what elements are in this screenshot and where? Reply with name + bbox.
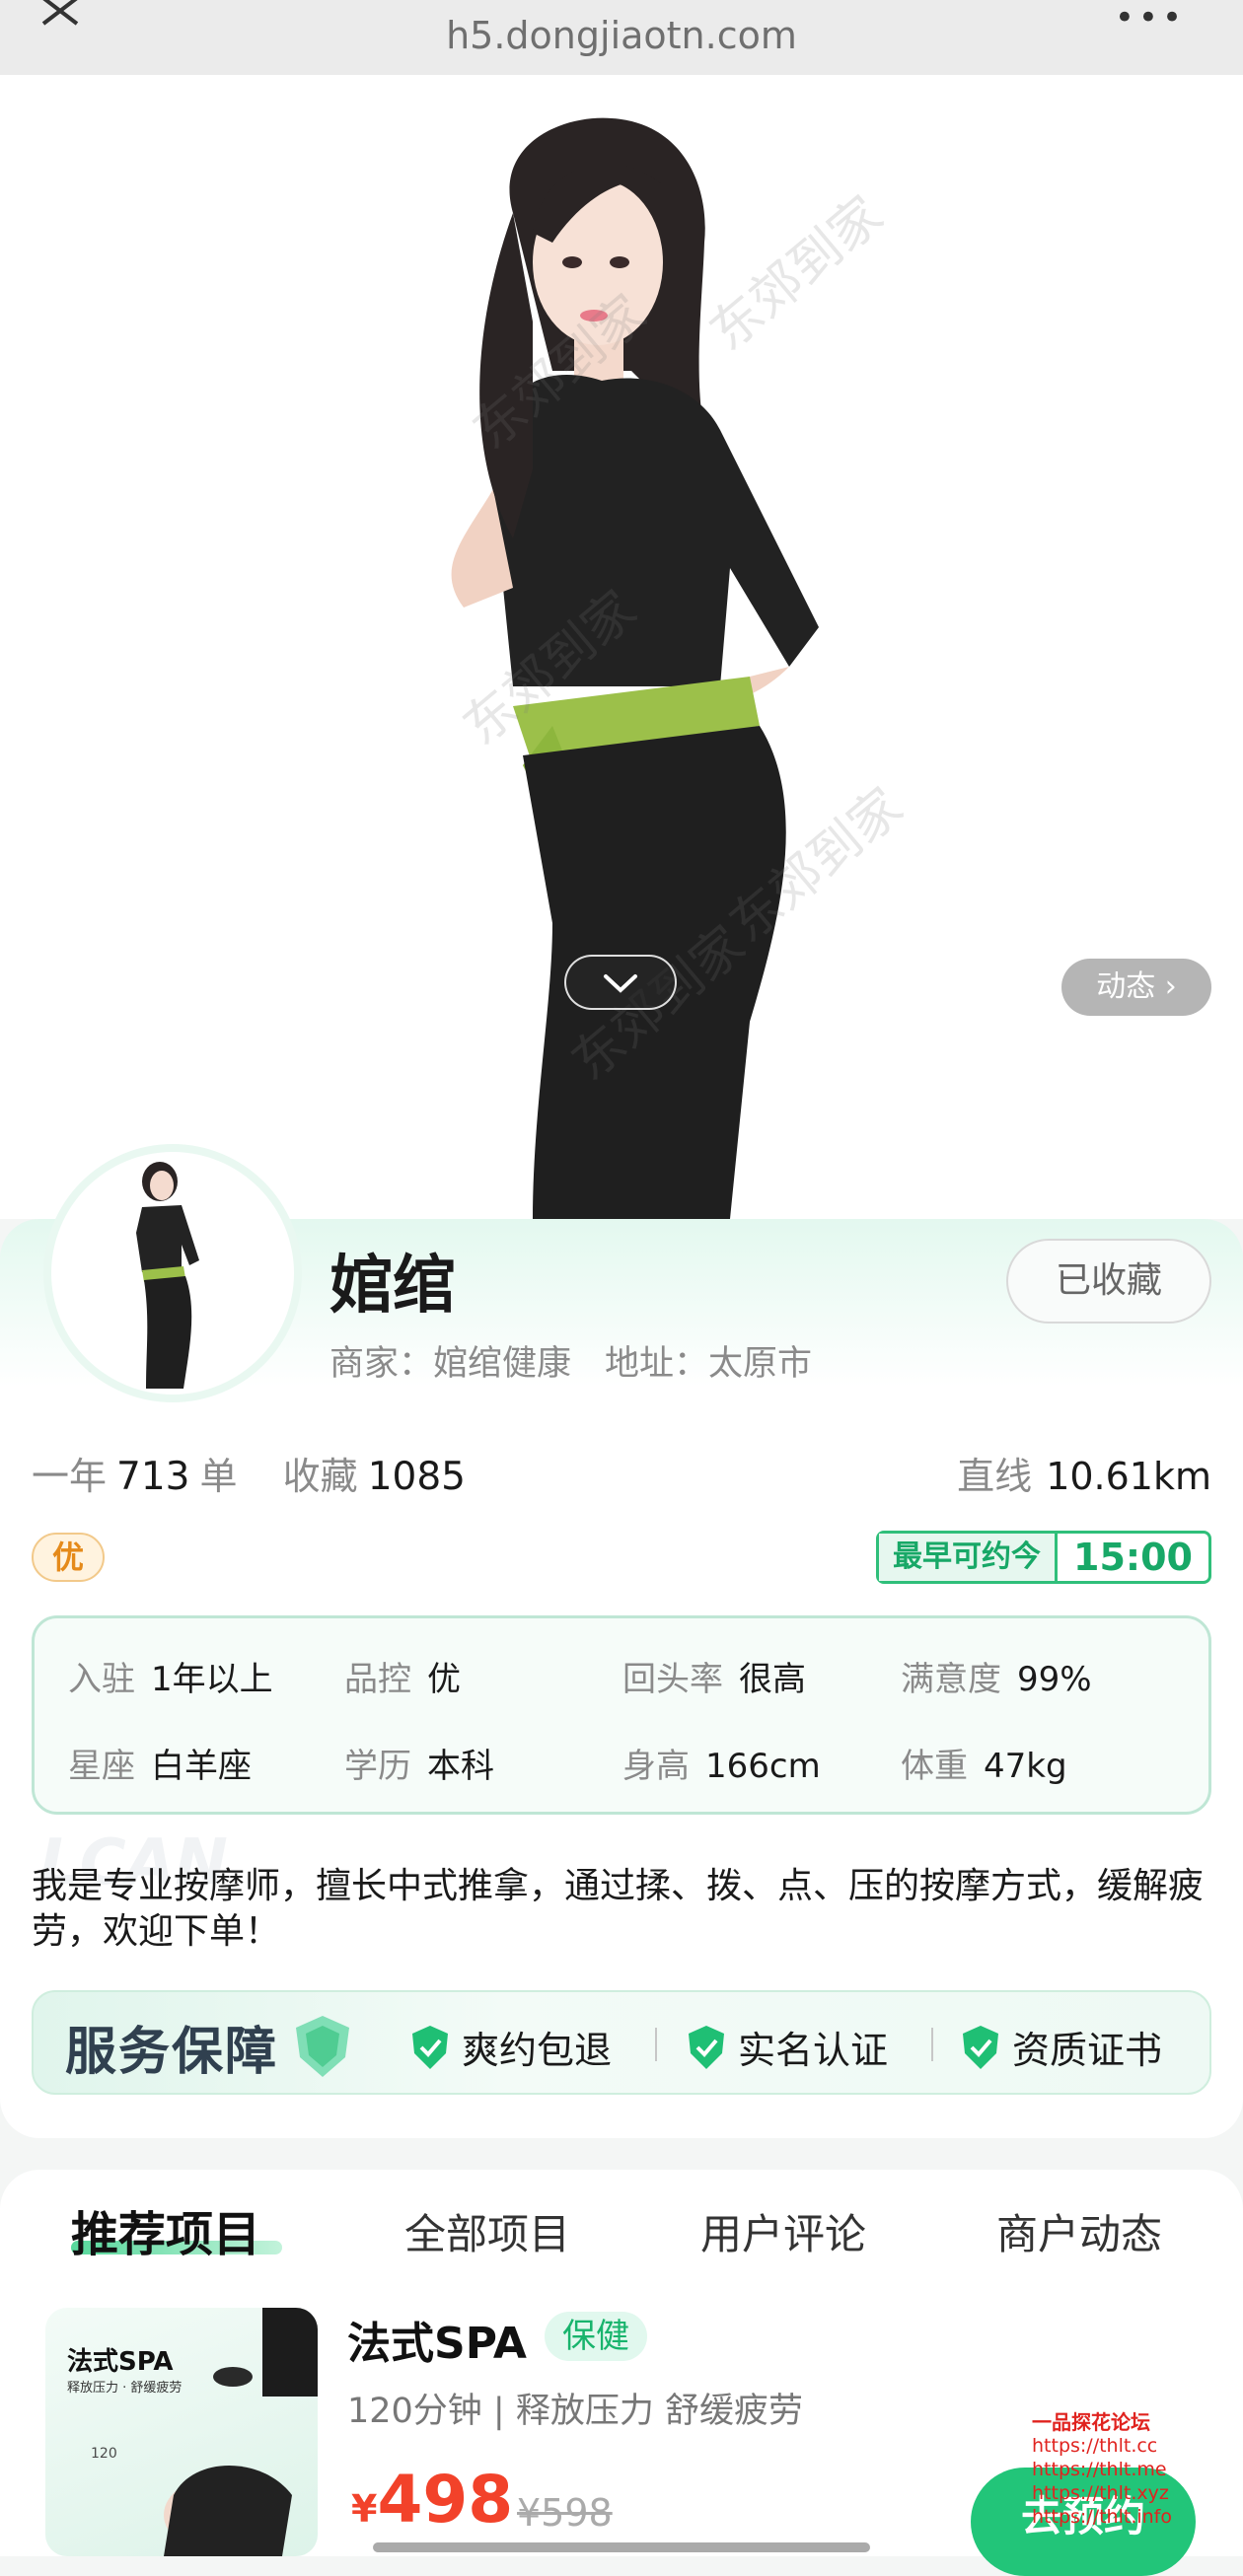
merchant-name[interactable]: 婠绾健康: [433, 1344, 571, 1384]
info-cell: 入驻 1年以上: [68, 1660, 273, 1699]
collect-label: 收藏: [282, 1455, 358, 1498]
provider-name: 婠绾: [329, 1250, 456, 1323]
earliest-label: 最早可约今: [879, 1534, 1058, 1581]
stats-left: 一年 713 单 收藏 1085: [32, 1446, 475, 1500]
more-icon[interactable]: •••: [1115, 0, 1186, 37]
forum-watermark: 一品探花论坛 https://thlt.cc https://thlt.me h…: [1032, 2410, 1172, 2528]
info-cell: 满意度 99%: [901, 1660, 1092, 1699]
hero-photo: 东郊到家 东郊到家 东郊到家 东郊到家 东郊到家: [0, 75, 1243, 1219]
orders-count: 713: [116, 1455, 190, 1499]
browser-bar: h5.dongjiaotn.com •••: [0, 0, 1243, 75]
distance-value: 10.61km: [1046, 1455, 1211, 1498]
service-item: 实名认证: [685, 2020, 888, 2074]
quality-badge: 优: [32, 1533, 105, 1582]
product-name[interactable]: 法式SPA: [347, 2308, 527, 2371]
product-old-price: ¥598: [517, 2491, 613, 2535]
service-guarantee[interactable]: 服务保障 爽约包退 实名认证 资质证书: [32, 1990, 1211, 2095]
collect-count: 1085: [367, 1455, 466, 1499]
shield-check-icon: [689, 2025, 724, 2069]
address-label: 地址：: [605, 1344, 709, 1384]
info-cell: 回头率 很高: [622, 1660, 806, 1699]
earliest-available: 最早可约今 15:00: [876, 1531, 1211, 1584]
year-label: 一年: [32, 1455, 108, 1498]
collapse-photo-button[interactable]: [564, 955, 677, 1010]
info-cell: 学历 本科: [344, 1747, 494, 1786]
tab-all-projects[interactable]: 全部项目: [404, 2201, 570, 2261]
shield-check-icon: [963, 2025, 998, 2069]
favorite-button[interactable]: 已收藏: [1006, 1239, 1211, 1324]
distance-label: 直线: [957, 1455, 1033, 1498]
bio-text: 我是专业按摩师，擅长中式推拿，通过揉、拨、点、压的按摩方式，缓解疲劳，欢迎下单！: [32, 1866, 1205, 1952]
info-grid: 入驻 1年以上 品控优 回头率 很高 满意度 99% 星座 白羊座 学历 本科 身高 166…: [32, 1615, 1211, 1815]
distance: 直线 10.61km: [957, 1446, 1211, 1500]
info-cell: 体重 47kg: [901, 1747, 1067, 1786]
tab-user-reviews[interactable]: 用户评论: [700, 2201, 866, 2261]
divider: [655, 2028, 657, 2061]
merchant-label: 商家：: [329, 1344, 434, 1384]
url-host: h5.dongjiaotn.com: [446, 14, 797, 57]
shield-check-icon: [412, 2025, 448, 2069]
earliest-time: 15:00: [1073, 1536, 1193, 1579]
avatar-image: [136, 1162, 199, 1389]
avatar[interactable]: [51, 1152, 294, 1395]
info-cell: 身高 166cm: [622, 1747, 821, 1786]
orders-unit: 单: [199, 1455, 238, 1498]
product-price: ¥498: [351, 2462, 514, 2538]
info-cell: 品控优: [344, 1660, 461, 1699]
dynamic-button[interactable]: 动态 ›: [1061, 959, 1211, 1016]
home-indicator[interactable]: [373, 2542, 870, 2552]
address-value: 太原市: [708, 1344, 813, 1384]
product-tag: 保健: [545, 2312, 647, 2361]
tab-merchant-news[interactable]: 商户动态: [996, 2201, 1162, 2261]
service-item: 爽约包退: [408, 2020, 612, 2074]
chevron-down-icon: [604, 974, 637, 993]
product-description: 120分钟 | 释放压力 舒缓疲劳: [347, 2392, 803, 2431]
service-title: 服务保障: [65, 2023, 279, 2082]
info-cell: 星座 白羊座: [68, 1747, 252, 1786]
divider: [931, 2028, 933, 2061]
spa-photo: [164, 2308, 318, 2556]
merchant-line: 商家：婠绾健康 地址：太原市: [329, 1335, 812, 1386]
product-image[interactable]: 法式SPA 释放压力 · 舒缓疲劳 120: [45, 2308, 318, 2556]
tab-recommended[interactable]: 推荐项目: [71, 2195, 260, 2264]
service-item: 资质证书: [959, 2020, 1162, 2074]
shield-icon: [296, 2016, 349, 2077]
